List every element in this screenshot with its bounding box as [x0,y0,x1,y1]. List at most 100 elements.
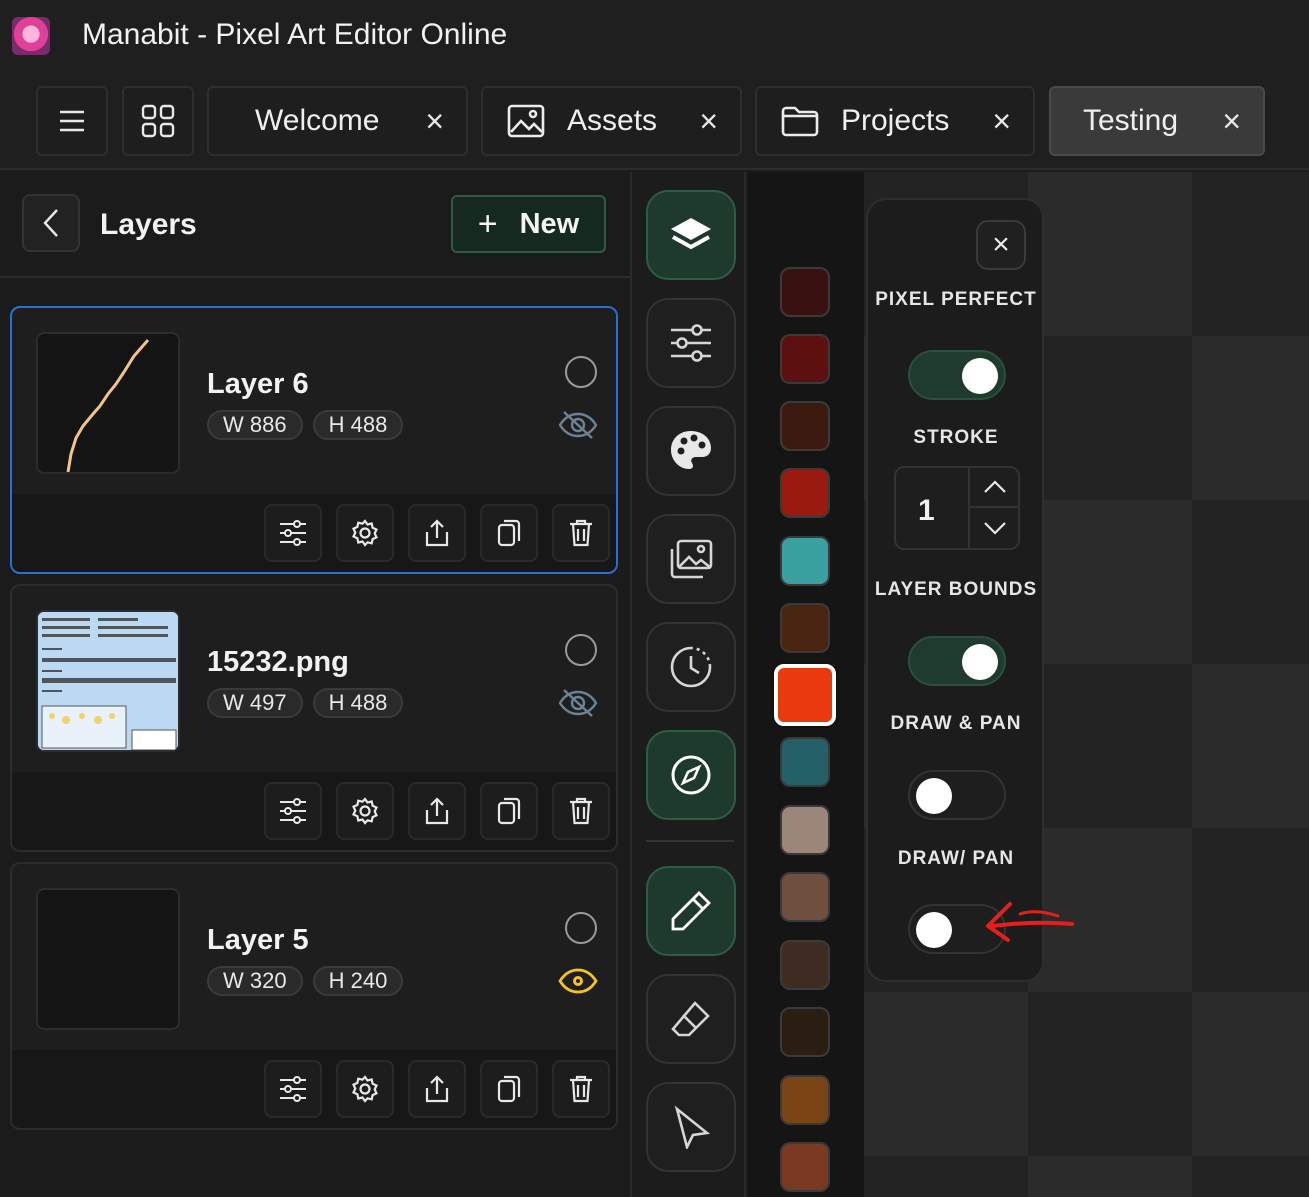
tab-welcome[interactable]: Welcome × [207,86,468,156]
tool-palette[interactable] [646,406,736,496]
height-badge: H 488 [312,688,404,718]
export-button[interactable] [408,504,466,562]
copy-icon [497,1075,521,1103]
tool-history[interactable] [646,622,736,712]
delete-button[interactable] [552,504,610,562]
tool-select[interactable] [646,1082,736,1172]
color-swatch-selected[interactable] [774,664,836,726]
stepper-arrows [968,468,1020,548]
tab-assets[interactable]: Assets × [481,86,742,156]
color-swatch[interactable] [780,872,830,922]
color-swatch[interactable] [780,805,830,855]
color-swatch[interactable] [780,334,830,384]
copy-icon [497,797,521,825]
color-swatch[interactable] [780,603,830,653]
select-radio[interactable] [565,634,597,666]
select-radio[interactable] [565,912,597,944]
stroke-value: 1 [918,494,935,527]
eye-off-icon[interactable] [558,410,598,440]
adjust-button[interactable] [264,782,322,840]
layer-actions [12,1050,616,1128]
compass-icon [671,755,711,795]
tab-label: Testing [1083,104,1179,137]
tab-testing[interactable]: Testing × [1049,86,1265,156]
close-options-button[interactable]: × [976,220,1026,270]
pixel-perfect-toggle[interactable] [908,350,1006,400]
folder-icon [781,106,819,137]
gear-icon [352,797,378,825]
toggle-knob [962,358,998,394]
toggle-knob [916,912,952,948]
tool-images[interactable] [646,514,736,604]
close-icon[interactable]: × [992,102,1011,140]
new-label: New [519,207,580,240]
chevron-left-icon [43,209,58,237]
color-swatch[interactable] [780,267,830,317]
layers-panel: Layers + New Layer 6 W 886 H 488 15232.p… [0,172,630,1197]
export-button[interactable] [408,782,466,840]
eye-icon[interactable] [558,966,598,996]
settings-button[interactable] [336,1060,394,1118]
layer-card[interactable]: 15232.png W 497 H 488 [10,584,618,852]
image-icon [507,104,545,138]
color-swatch[interactable] [780,401,830,451]
tool-layers[interactable] [646,190,736,280]
eye-off-icon[interactable] [558,688,598,718]
color-palette [748,172,864,1197]
stroke-decrease-button[interactable] [970,508,1020,548]
export-button[interactable] [408,1060,466,1118]
tool-navigate[interactable] [646,730,736,820]
settings-button[interactable] [336,782,394,840]
adjust-button[interactable] [264,504,322,562]
spritesheet-preview [38,612,178,750]
color-swatch[interactable] [780,536,830,586]
duplicate-button[interactable] [480,1060,538,1118]
tool-adjust[interactable] [646,298,736,388]
adjust-button[interactable] [264,1060,322,1118]
toggle-knob [962,644,998,680]
delete-button[interactable] [552,782,610,840]
color-swatch[interactable] [780,1075,830,1125]
height-badge: H 240 [312,966,404,996]
tab-label: Welcome [255,104,380,137]
close-icon[interactable]: × [699,102,718,140]
tab-label: Assets [567,104,658,137]
duplicate-button[interactable] [480,504,538,562]
layer-bounds-toggle[interactable] [908,636,1006,686]
grid-icon [141,104,175,138]
color-swatch[interactable] [780,737,830,787]
pixel-perfect-label: PIXEL PERFECT [875,289,1037,310]
color-swatch[interactable] [780,468,830,518]
close-icon[interactable]: × [425,102,444,140]
tab-projects[interactable]: Projects × [755,86,1035,156]
stroke-stepper[interactable]: 1 [894,466,1020,550]
chevron-up-icon [984,480,1006,493]
select-radio[interactable] [565,356,597,388]
layer-dimensions: W 497 H 488 [207,688,404,718]
gear-icon [352,1075,378,1103]
back-button[interactable] [22,194,80,252]
delete-button[interactable] [552,1060,610,1118]
color-swatch[interactable] [780,940,830,990]
color-swatch[interactable] [780,1142,830,1192]
close-icon[interactable]: × [1222,102,1241,140]
draw-and-pan-toggle[interactable] [908,770,1006,820]
tool-eraser[interactable] [646,974,736,1064]
layer-card[interactable]: Layer 5 W 320 H 240 [10,862,618,1130]
grid-button[interactable] [122,86,194,156]
color-swatch[interactable] [780,1007,830,1057]
layer-dimensions: W 886 H 488 [207,410,404,440]
stroke-label: STROKE [913,427,999,448]
draw-and-pan-label: DRAW & PAN [890,713,1022,734]
toggle-knob [916,778,952,814]
stroke-preview [66,339,150,472]
trash-icon [570,1075,592,1103]
layer-card[interactable]: Layer 6 W 886 H 488 [10,306,618,574]
duplicate-button[interactable] [480,782,538,840]
menu-button[interactable] [36,86,108,156]
stroke-increase-button[interactable] [970,468,1020,508]
new-layer-button[interactable]: + New [451,195,606,253]
tool-pencil[interactable] [646,866,736,956]
tool-divider [646,840,734,842]
settings-button[interactable] [336,504,394,562]
